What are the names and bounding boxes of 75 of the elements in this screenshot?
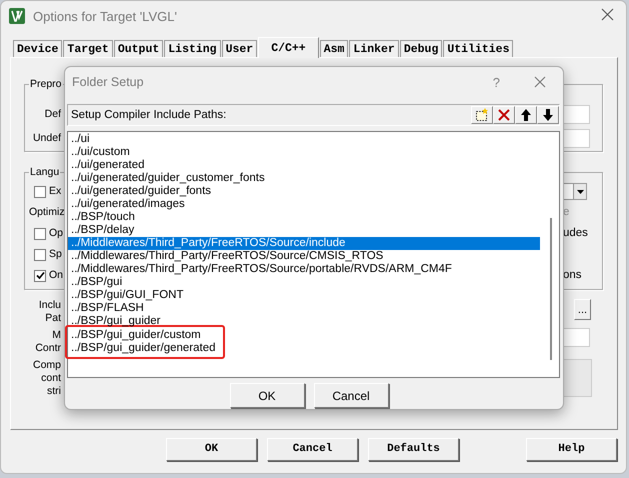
field-label: Comp: [32, 359, 61, 372]
option-label: Ex: [49, 185, 62, 198]
dialog-title: Folder Setup: [72, 75, 144, 89]
field-label: stri: [47, 385, 61, 398]
close-icon[interactable]: [534, 76, 546, 88]
dialog-button[interactable]: Defaults: [368, 438, 459, 460]
caret-icon: [576, 190, 584, 194]
path-item[interactable]: ../ui: [68, 133, 540, 146]
checkbox[interactable]: [34, 186, 46, 198]
scrollbar[interactable]: [550, 218, 552, 360]
option-label: Op: [49, 227, 64, 240]
path-item[interactable]: ../Middlewares/Third_Party/FreeRTOS/Source/CMSIS_RTOS: [68, 250, 540, 263]
dialog-button[interactable]: OK: [166, 438, 257, 460]
checkbox[interactable]: [34, 248, 46, 260]
tab[interactable]: Output: [114, 40, 164, 57]
arrow-up-icon: [520, 108, 532, 122]
path-item[interactable]: ../BSP/delay: [68, 224, 540, 237]
delete-icon: [497, 108, 511, 122]
field-label: cont: [41, 372, 61, 385]
path-item[interactable]: ../BSP/gui_guider/custom: [68, 329, 223, 342]
checkbox[interactable]: [34, 270, 46, 282]
path-item[interactable]: ../BSP/gui_guider/generated: [68, 342, 223, 355]
tab[interactable]: Linker: [349, 40, 399, 57]
field-label: Undef: [32, 132, 61, 144]
dropdown[interactable]: [563, 183, 587, 200]
arrow-up-button[interactable]: [515, 106, 537, 124]
path-item[interactable]: ../Middlewares/Third_Party/FreeRTOS/Source/include: [68, 237, 540, 250]
path-item[interactable]: ../ui/custom: [68, 146, 540, 159]
new-folder-button[interactable]: [471, 106, 493, 124]
option-label: Optimiz: [29, 206, 65, 219]
tab[interactable]: Device: [13, 40, 62, 57]
dialog-button[interactable]: OK: [230, 383, 304, 408]
tab[interactable]: Asm: [320, 40, 348, 57]
tab[interactable]: Utilities: [443, 40, 514, 57]
checkbox[interactable]: [34, 228, 46, 240]
group-title: Langu: [29, 166, 60, 179]
arrow-down-icon: [542, 108, 554, 122]
arrow-down-button[interactable]: [537, 106, 559, 124]
path-item[interactable]: ../Middlewares/Third_Party/FreeRTOS/Source/portable/RVDS/ARM_CM4F: [68, 263, 540, 276]
option-label: ons: [563, 269, 582, 282]
input-field[interactable]: [563, 328, 590, 347]
new-folder-icon: [475, 108, 489, 122]
input-field[interactable]: [563, 128, 590, 148]
tab[interactable]: Listing: [164, 40, 221, 57]
dialog-button[interactable]: Cancel: [267, 438, 358, 460]
field-label: Inclu: [38, 299, 61, 312]
field-label: Pat: [45, 312, 61, 325]
path-item[interactable]: ../BSP/gui/GUI_FONT: [68, 289, 540, 302]
dialog-button[interactable]: Cancel: [314, 383, 388, 408]
path-item[interactable]: ../BSP/touch: [68, 211, 540, 224]
option-label: Sp: [49, 248, 62, 261]
tab[interactable]: User: [222, 40, 258, 57]
path-item[interactable]: ../ui/generated/guider_customer_fonts: [68, 172, 540, 185]
tab[interactable]: Target: [63, 40, 113, 57]
path-item[interactable]: ../ui/generated/guider_fonts: [68, 185, 540, 198]
path-item[interactable]: ../ui/generated/images: [68, 198, 540, 211]
dialog-button[interactable]: Help: [526, 438, 617, 460]
path-item[interactable]: ../BSP/FLASH: [68, 302, 540, 315]
path-item[interactable]: ../BSP/gui_guider: [68, 315, 540, 328]
tab[interactable]: C/C++: [258, 37, 319, 58]
window-title: Options for Target 'LVGL': [33, 8, 177, 24]
field-label: Contr: [35, 342, 61, 355]
app-icon: [9, 8, 25, 24]
path-item[interactable]: ../BSP/gui: [68, 276, 540, 289]
input-field[interactable]: [563, 104, 590, 124]
field-label: Def: [44, 108, 61, 120]
field-label: M: [52, 329, 61, 342]
path-item[interactable]: ../ui/generated: [68, 159, 540, 172]
list-header: Setup Compiler Include Paths:: [70, 109, 226, 121]
option-label: udes: [563, 227, 588, 240]
delete-button[interactable]: [493, 106, 515, 124]
tab[interactable]: Debug: [400, 40, 442, 57]
group-title: Prepro: [29, 78, 63, 91]
browse-button[interactable]: ...: [574, 299, 591, 320]
option-label: On: [49, 269, 64, 282]
